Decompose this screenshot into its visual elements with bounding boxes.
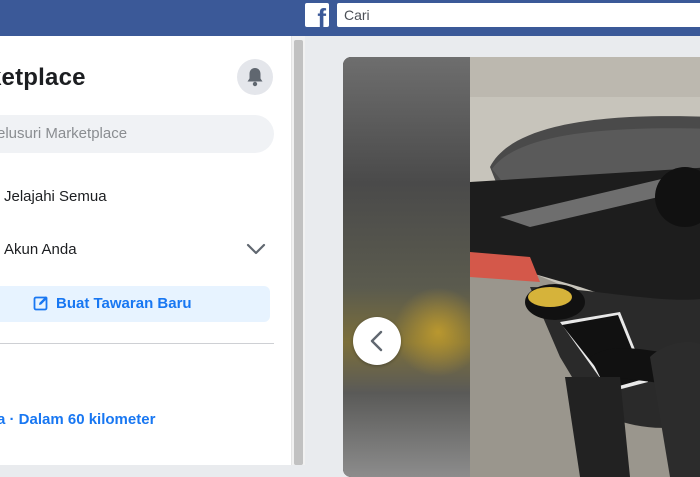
top-navigation-bar: f Cari xyxy=(0,0,700,36)
search-input[interactable]: Cari xyxy=(337,3,700,27)
listing-photo xyxy=(470,57,700,477)
sidebar-divider xyxy=(0,343,274,344)
sidebar-item-browse-all[interactable]: Jelajahi Semua xyxy=(4,188,107,205)
previous-photo-button[interactable] xyxy=(353,317,401,365)
sidebar-item-your-account[interactable]: Akun Anda xyxy=(4,241,77,258)
blurred-photo-background xyxy=(343,57,470,477)
edit-icon xyxy=(33,296,48,311)
motorcycle-photo xyxy=(470,57,700,477)
chevron-left-icon xyxy=(370,330,383,352)
bell-icon xyxy=(247,68,263,87)
listing-photo-viewer xyxy=(343,57,700,477)
scrollbar-thumb[interactable] xyxy=(294,40,303,465)
create-listing-label: Buat Tawaran Baru xyxy=(56,295,192,312)
facebook-logo-icon[interactable]: f xyxy=(305,3,329,27)
create-new-listing-button[interactable]: Buat Tawaran Baru xyxy=(0,286,270,322)
sidebar-item-label: Jelajahi Semua xyxy=(4,188,107,205)
marketplace-search-input[interactable]: elusuri Marketplace xyxy=(0,115,274,153)
page-title: ketplace xyxy=(0,64,86,91)
marketplace-search-placeholder: elusuri Marketplace xyxy=(0,125,128,142)
chevron-down-icon[interactable] xyxy=(246,242,266,256)
notifications-button[interactable] xyxy=(237,59,273,95)
location-filter-link[interactable]: a · Dalam 60 kilometer xyxy=(0,411,155,428)
sidebar-item-label: Akun Anda xyxy=(4,241,77,258)
sidebar-scrollbar[interactable] xyxy=(291,36,305,465)
